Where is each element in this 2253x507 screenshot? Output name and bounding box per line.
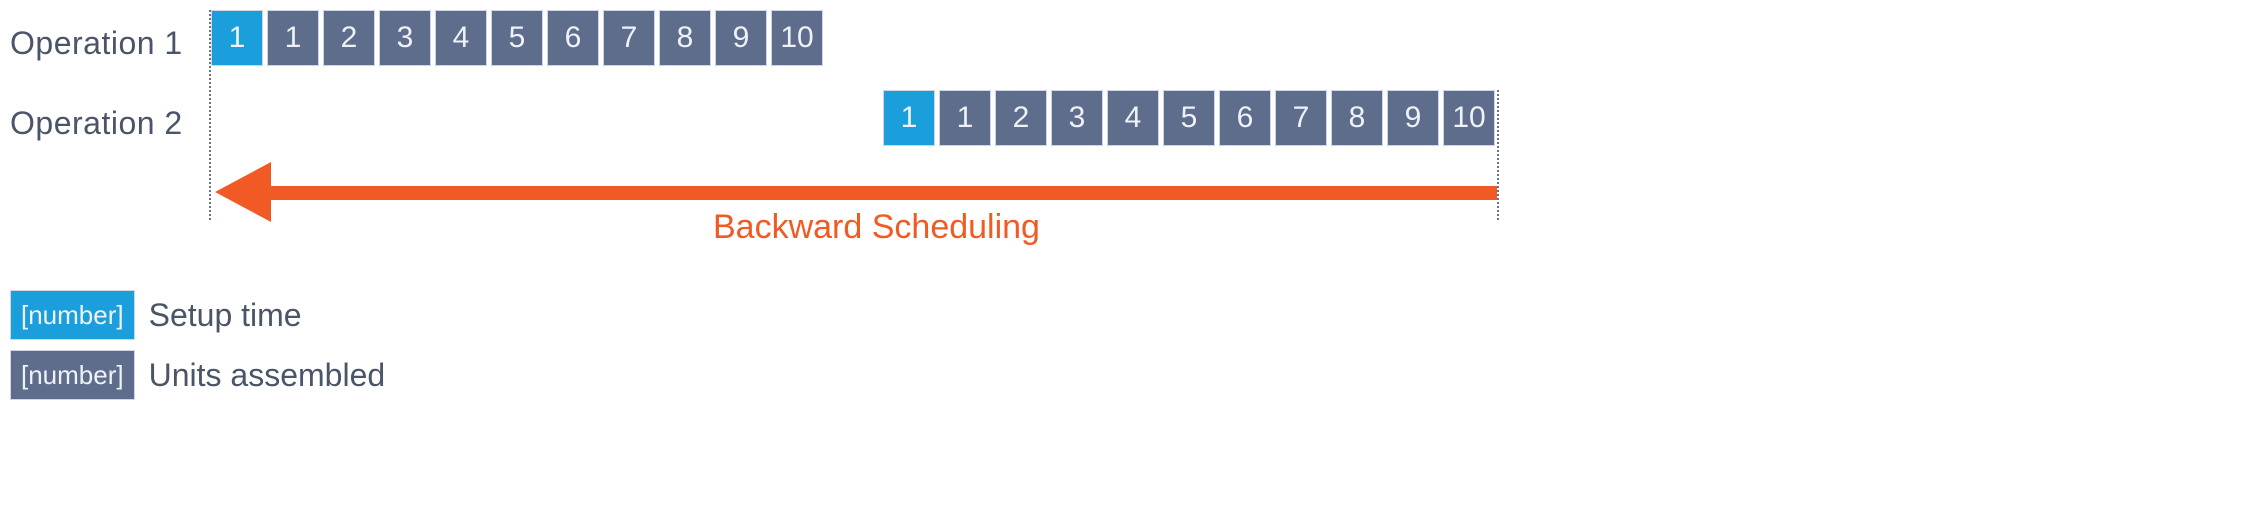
legend-box-setup: [number] [10, 290, 135, 340]
legend: [number] Setup time [number] Units assem… [10, 290, 2243, 400]
setup-cell: 1 [883, 90, 935, 146]
legend-row-units: [number] Units assembled [10, 350, 2243, 400]
arrow-area: Backward Scheduling [205, 170, 2243, 250]
guide-right [1497, 90, 1499, 220]
setup-cell: 1 [211, 10, 263, 66]
legend-text-setup: Setup time [149, 297, 302, 334]
unit-cell: 6 [547, 10, 599, 66]
unit-cell: 5 [491, 10, 543, 66]
unit-cell: 3 [1051, 90, 1103, 146]
blocks-row-2: 112345678910 [883, 90, 1495, 156]
arrow-line [269, 186, 1497, 200]
unit-cell: 4 [435, 10, 487, 66]
unit-cell: 9 [1387, 90, 1439, 146]
unit-cell: 10 [771, 10, 823, 66]
arrow-row: Backward Scheduling [10, 170, 2243, 250]
legend-row-setup: [number] Setup time [10, 290, 2243, 340]
operation-label: Operation 1 [10, 25, 205, 62]
unit-cell: 8 [1331, 90, 1383, 146]
operation-row: Operation 2 112345678910 [10, 90, 2243, 156]
unit-cell: 3 [379, 10, 431, 66]
legend-text-units: Units assembled [149, 357, 386, 394]
operation-label: Operation 2 [10, 105, 205, 142]
unit-cell: 2 [995, 90, 1047, 146]
blocks-row-1: 112345678910 [211, 10, 823, 76]
operation-row: Operation 1 112345678910 [10, 10, 2243, 76]
timeline-row-2: 112345678910 [205, 90, 2243, 156]
unit-cell: 10 [1443, 90, 1495, 146]
guide-left [209, 10, 211, 220]
unit-cell: 1 [939, 90, 991, 146]
unit-cell: 9 [715, 10, 767, 66]
unit-cell: 4 [1107, 90, 1159, 146]
unit-cell: 6 [1219, 90, 1271, 146]
unit-cell: 7 [1275, 90, 1327, 146]
arrow-label: Backward Scheduling [713, 208, 1040, 247]
arrow-head-icon [215, 162, 271, 222]
unit-cell: 7 [603, 10, 655, 66]
legend-box-units: [number] [10, 350, 135, 400]
timeline-row-1: 112345678910 [205, 10, 2243, 76]
unit-cell: 2 [323, 10, 375, 66]
unit-cell: 8 [659, 10, 711, 66]
unit-cell: 5 [1163, 90, 1215, 146]
unit-cell: 1 [267, 10, 319, 66]
